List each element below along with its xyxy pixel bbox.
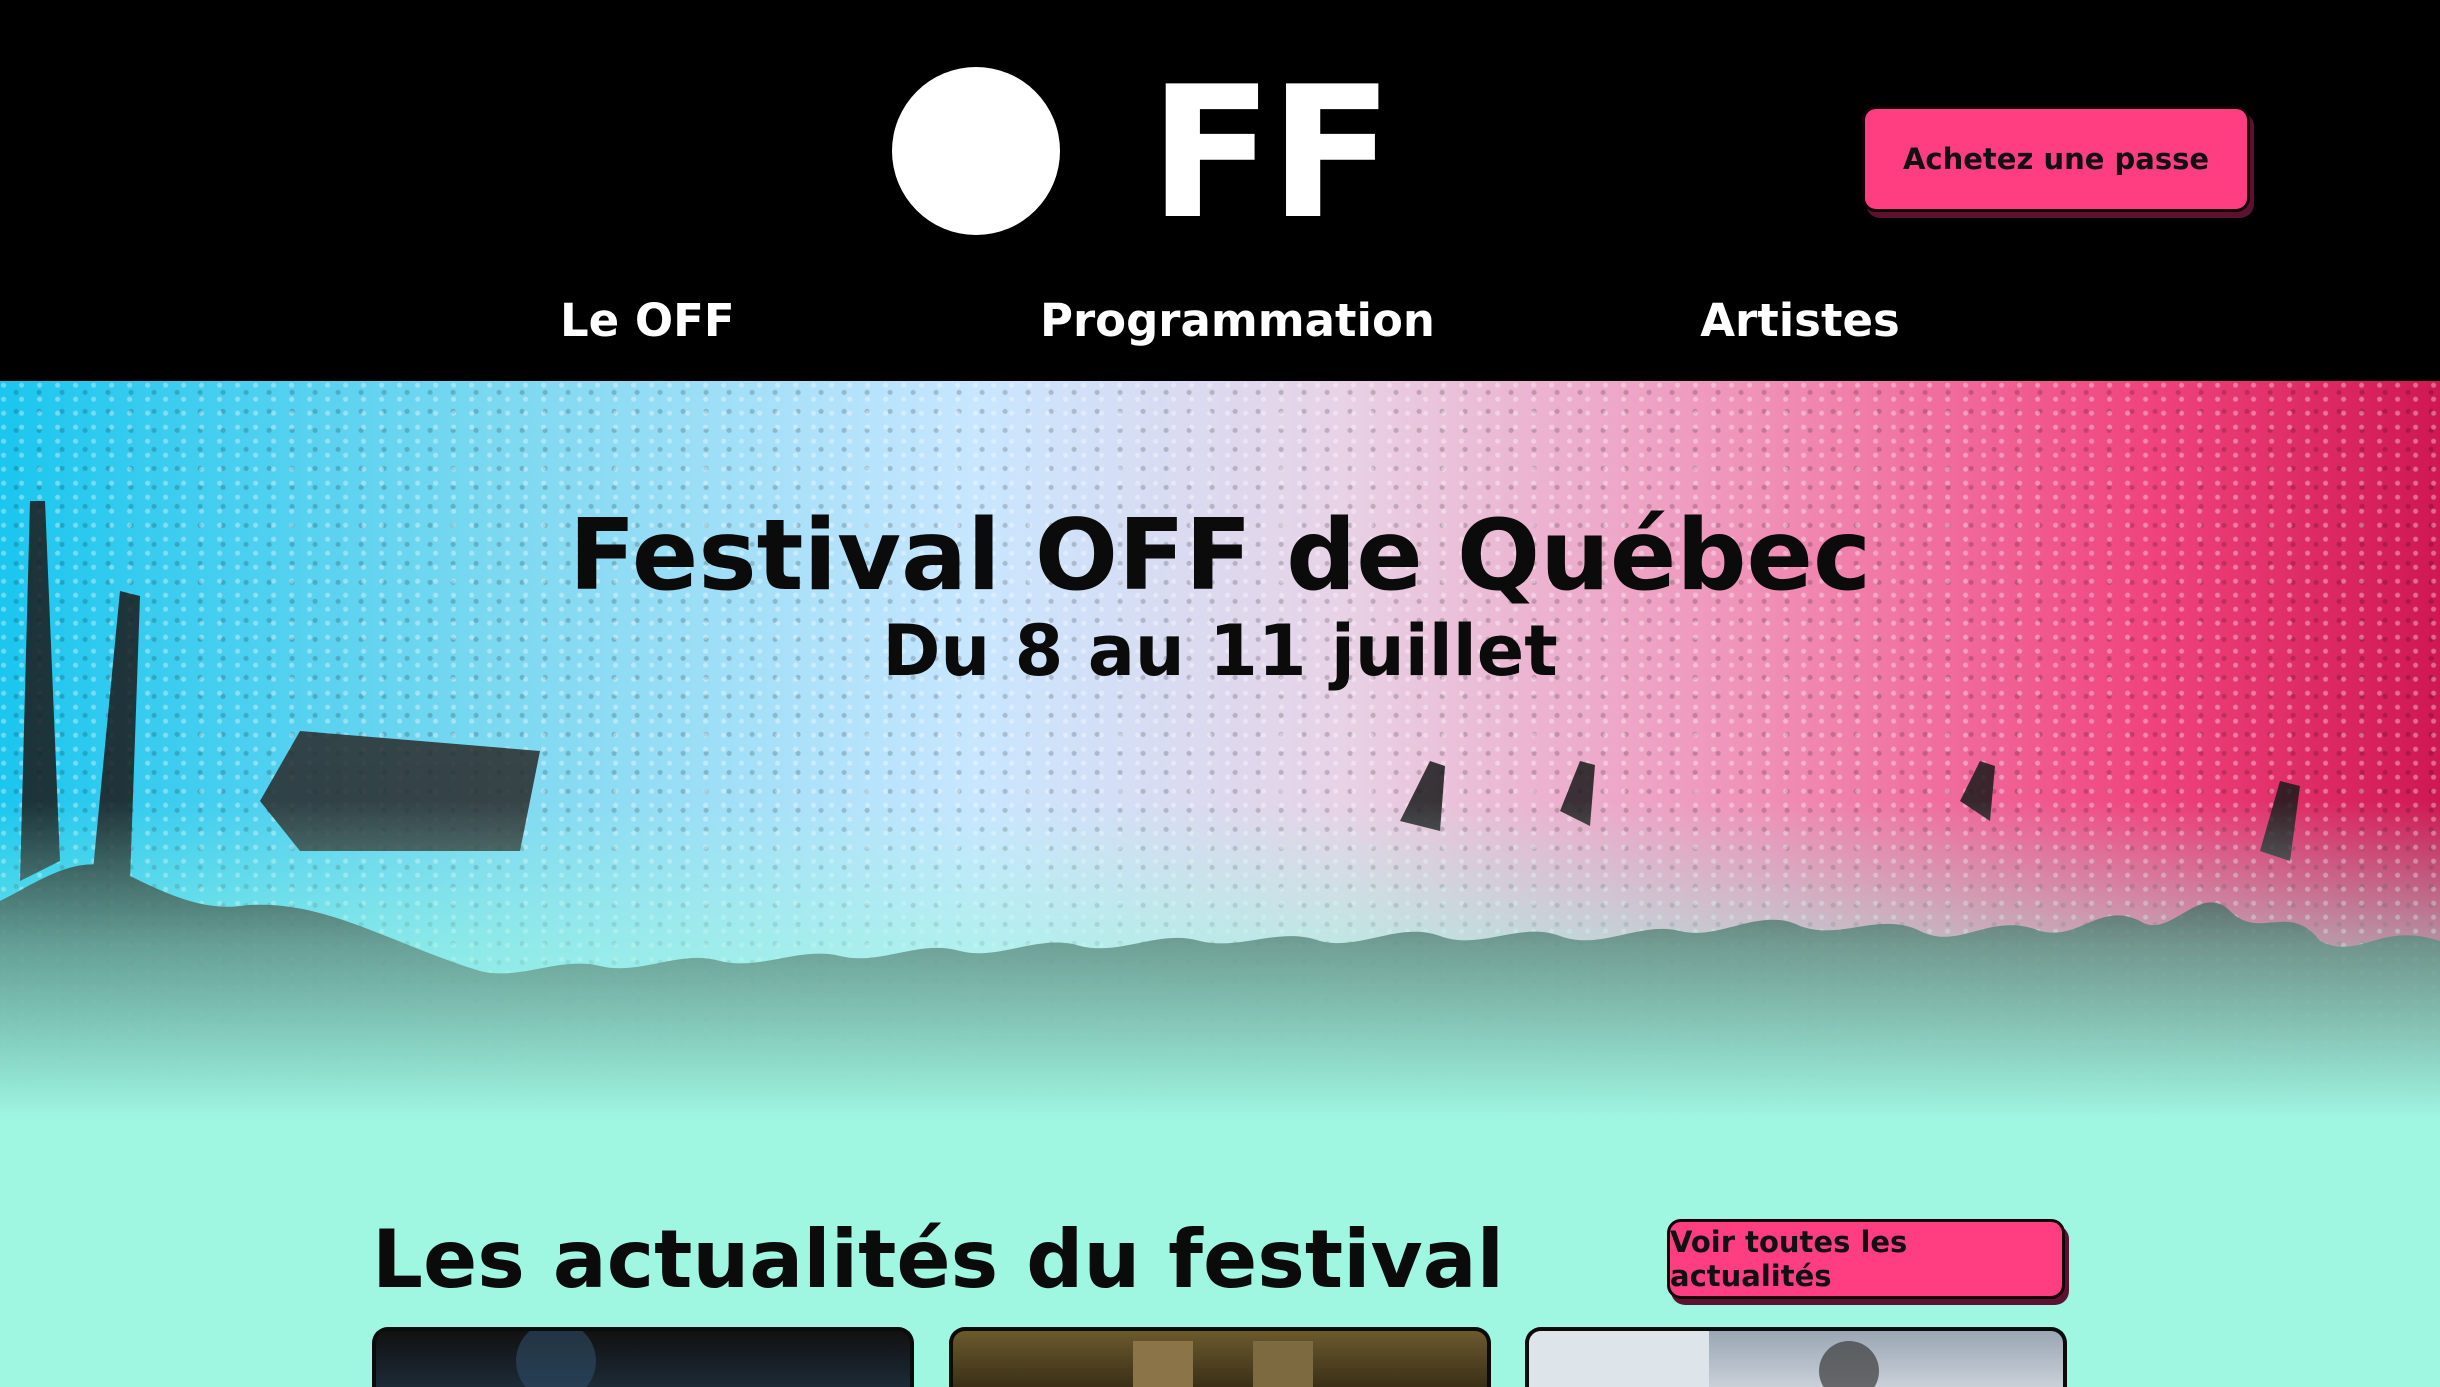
- news-card[interactable]: [372, 1327, 914, 1387]
- news-card-image: [1133, 1341, 1313, 1387]
- news-section-title: Les actualités du festival: [372, 1213, 1505, 1306]
- hero-gradient-fade: [0, 801, 2440, 1121]
- hero-dates: Du 8 au 11 juillet: [882, 610, 1558, 692]
- off-logo[interactable]: FF: [892, 53, 1548, 253]
- buy-pass-button[interactable]: Achetez une passe: [1862, 106, 2250, 212]
- news-card-image: [516, 1331, 596, 1387]
- nav-item-programmation[interactable]: Programmation: [1040, 290, 1435, 352]
- nav-item-le-off[interactable]: Le OFF: [560, 290, 735, 352]
- logo-wordmark: FF: [1149, 47, 1394, 259]
- see-all-news-button[interactable]: Voir toutes les actualités: [1667, 1219, 2065, 1299]
- logo-circle-icon: [892, 67, 1060, 235]
- hero-banner: Festival OFF de Québec Du 8 au 11 juille…: [0, 381, 2440, 1121]
- news-card[interactable]: [1525, 1327, 2067, 1387]
- hero-title: Festival OFF de Québec: [568, 499, 1872, 613]
- news-card[interactable]: [949, 1327, 1491, 1387]
- site-header: FF Achetez une passe Le OFF Programmatio…: [0, 0, 2440, 381]
- nav-item-artistes[interactable]: Artistes: [1700, 290, 1900, 352]
- news-card-image: [1529, 1331, 1879, 1387]
